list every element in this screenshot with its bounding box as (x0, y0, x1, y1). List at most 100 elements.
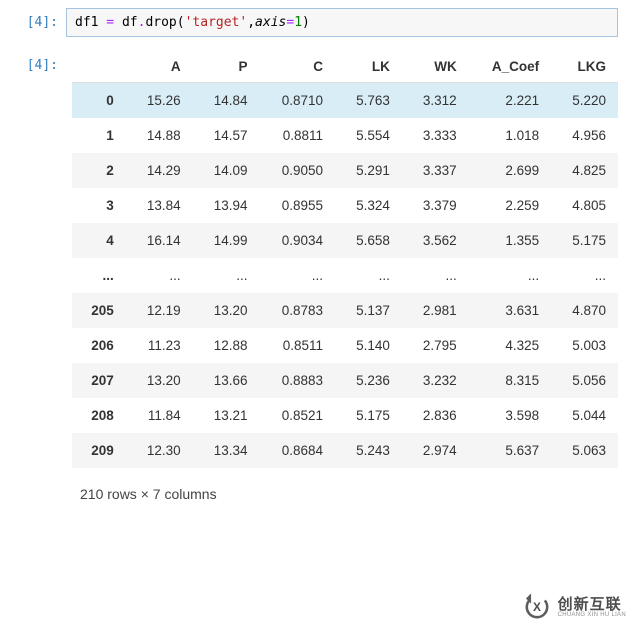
cell: 3.333 (402, 118, 469, 153)
table-row-ellipsis: ... ... ... ... ... ... ... ... (72, 258, 618, 293)
dataframe-table: A P C LK WK A_Coef LKG 0 15.26 (72, 51, 618, 468)
output-prompt: [4]: (4, 51, 66, 73)
code-close: ) (302, 15, 310, 30)
cell: 5.324 (335, 188, 402, 223)
cell: 0.8684 (260, 433, 336, 468)
output-body: A P C LK WK A_Coef LKG 0 15.26 (66, 51, 618, 508)
cell: 5.763 (335, 83, 402, 119)
cell: ... (402, 258, 469, 293)
cell: 4.870 (551, 293, 618, 328)
cell: 2.836 (402, 398, 469, 433)
cell: 11.23 (126, 328, 193, 363)
watermark-logo: X 创新互联 CHUANG XIN HU LIAN (520, 590, 626, 624)
cell: ... (551, 258, 618, 293)
output-cell-row: [4]: A P C LK WK A_Coef LKG (4, 51, 618, 508)
row-index: 2 (72, 153, 126, 188)
cell: 5.063 (551, 433, 618, 468)
row-index: ... (72, 258, 126, 293)
logo-zh: 创新互联 (558, 597, 626, 612)
cell: 5.175 (335, 398, 402, 433)
cell: 0.8511 (260, 328, 336, 363)
cell: 12.88 (193, 328, 260, 363)
code-eq2: = (286, 15, 294, 30)
svg-text:X: X (533, 600, 541, 614)
cell: 12.19 (126, 293, 193, 328)
cell: 13.66 (193, 363, 260, 398)
cell: 12.30 (126, 433, 193, 468)
cell: 16.14 (126, 223, 193, 258)
cell: 5.175 (551, 223, 618, 258)
cell: 4.956 (551, 118, 618, 153)
col-header: A_Coef (469, 51, 551, 83)
cell: 3.337 (402, 153, 469, 188)
table-row: 4 16.14 14.99 0.9034 5.658 3.562 1.355 5… (72, 223, 618, 258)
code-var: df1 (75, 15, 98, 30)
logo-en: CHUANG XIN HU LIAN (558, 612, 626, 618)
cell: 0.8710 (260, 83, 336, 119)
cell: 5.637 (469, 433, 551, 468)
cell: 3.562 (402, 223, 469, 258)
code-arg: axis (255, 15, 286, 30)
table-row: 0 15.26 14.84 0.8710 5.763 3.312 2.221 5… (72, 83, 618, 119)
cell: 4.325 (469, 328, 551, 363)
cell: 3.631 (469, 293, 551, 328)
cell: 5.044 (551, 398, 618, 433)
row-index: 0 (72, 83, 126, 119)
code-input[interactable]: df1 = df.drop('target',axis=1) (66, 8, 618, 37)
code-obj: df (122, 15, 138, 30)
cell: ... (193, 258, 260, 293)
code-op-eq: = (98, 15, 121, 30)
cell: 5.137 (335, 293, 402, 328)
table-row: 208 11.84 13.21 0.8521 5.175 2.836 3.598… (72, 398, 618, 433)
cell: 0.9034 (260, 223, 336, 258)
cell: 4.805 (551, 188, 618, 223)
cell: 3.312 (402, 83, 469, 119)
row-index: 205 (72, 293, 126, 328)
cell: 13.20 (126, 363, 193, 398)
cell: 5.243 (335, 433, 402, 468)
code-num: 1 (294, 15, 302, 30)
cell: 3.598 (469, 398, 551, 433)
table-row: 209 12.30 13.34 0.8684 5.243 2.974 5.637… (72, 433, 618, 468)
cell: 2.699 (469, 153, 551, 188)
cell: 0.8883 (260, 363, 336, 398)
cell: 14.84 (193, 83, 260, 119)
cell: 2.981 (402, 293, 469, 328)
cell: 14.88 (126, 118, 193, 153)
cell: 5.291 (335, 153, 402, 188)
dataframe-wrapper: A P C LK WK A_Coef LKG 0 15.26 (72, 51, 618, 508)
cell: 1.355 (469, 223, 551, 258)
cell: 13.21 (193, 398, 260, 433)
cell: 13.84 (126, 188, 193, 223)
dataframe-body: 0 15.26 14.84 0.8710 5.763 3.312 2.221 5… (72, 83, 618, 469)
table-row: 207 13.20 13.66 0.8883 5.236 3.232 8.315… (72, 363, 618, 398)
row-index: 209 (72, 433, 126, 468)
cell: 0.8811 (260, 118, 336, 153)
cell: 0.8521 (260, 398, 336, 433)
cell: 4.825 (551, 153, 618, 188)
dataframe-summary: 210 rows × 7 columns (72, 468, 618, 508)
row-index: 4 (72, 223, 126, 258)
code-comma: , (247, 15, 255, 30)
cell: 11.84 (126, 398, 193, 433)
cell: 3.232 (402, 363, 469, 398)
code-open: ( (177, 15, 185, 30)
row-index: 3 (72, 188, 126, 223)
cell: ... (335, 258, 402, 293)
cell: 0.8955 (260, 188, 336, 223)
col-header: C (260, 51, 336, 83)
code-string: 'target' (185, 15, 248, 30)
cell: 0.8783 (260, 293, 336, 328)
cell: 14.99 (193, 223, 260, 258)
input-prompt: [4]: (4, 8, 66, 30)
cell: 13.20 (193, 293, 260, 328)
cell: ... (260, 258, 336, 293)
table-row: 1 14.88 14.57 0.8811 5.554 3.333 1.018 4… (72, 118, 618, 153)
cell: ... (126, 258, 193, 293)
col-header: P (193, 51, 260, 83)
table-row: 205 12.19 13.20 0.8783 5.137 2.981 3.631… (72, 293, 618, 328)
cell: 14.09 (193, 153, 260, 188)
cell: 15.26 (126, 83, 193, 119)
cell: 2.795 (402, 328, 469, 363)
col-header: WK (402, 51, 469, 83)
